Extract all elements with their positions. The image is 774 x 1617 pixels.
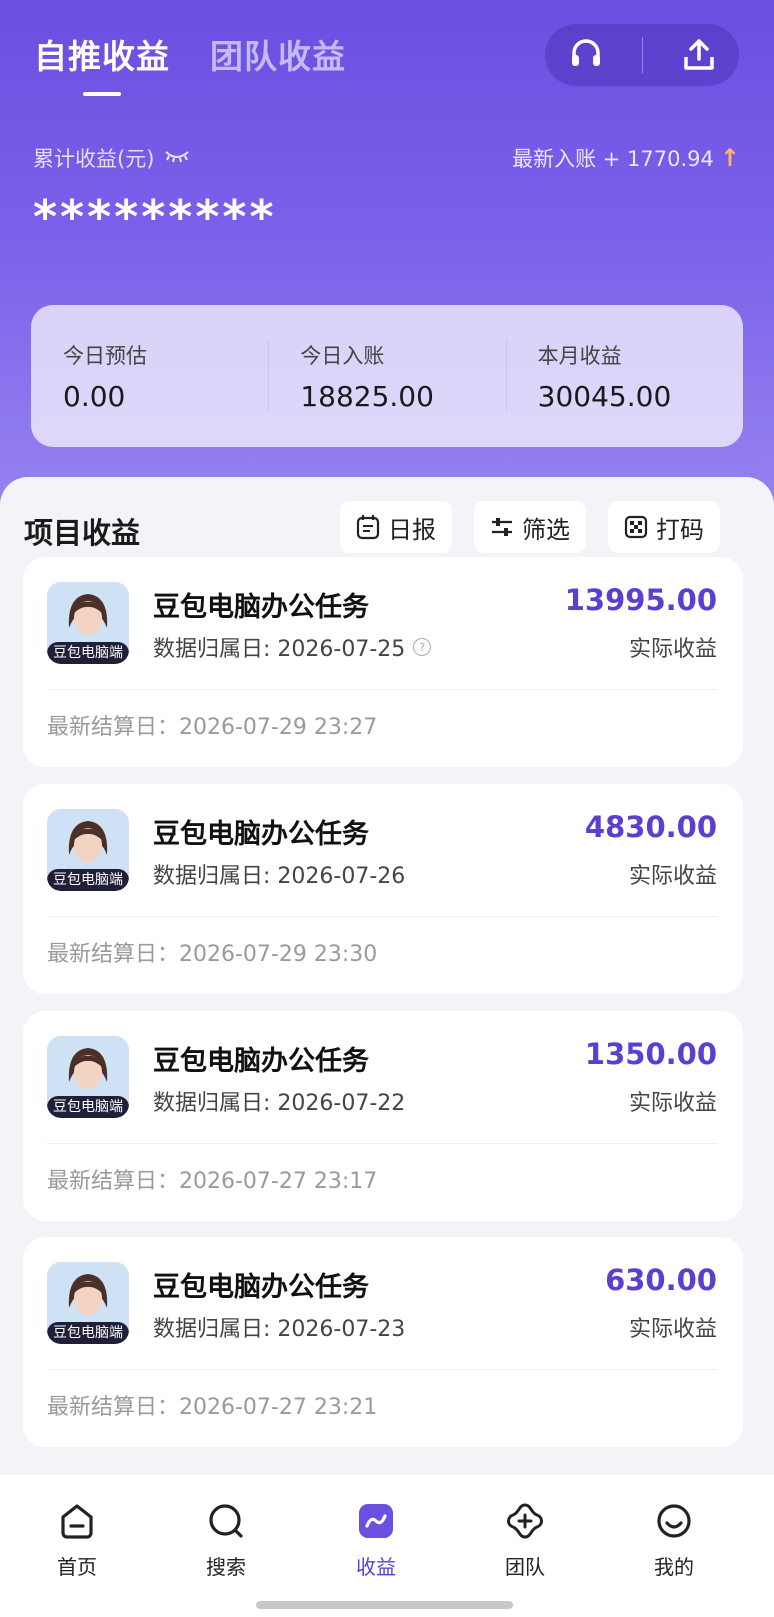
divider <box>47 1369 717 1370</box>
nav-label: 首页 <box>57 1555 97 1579</box>
home-icon <box>27 1499 127 1543</box>
settlement-date: 最新结算日：2026-07-27 23:21 <box>47 1395 378 1420</box>
nav-label: 我的 <box>654 1555 694 1579</box>
eye-closed-icon[interactable] <box>164 146 190 170</box>
settlement-date: 最新结算日：2026-07-29 23:30 <box>47 942 378 967</box>
earning-amount: 13995.00 <box>564 583 717 617</box>
settlement-date: 最新结算日：2026-07-27 23:17 <box>47 1169 378 1194</box>
team-icon <box>475 1499 575 1543</box>
avatar-tag: 豆包电脑端 <box>47 642 129 664</box>
project-card[interactable]: 豆包电脑端 豆包电脑办公任务 数据归属日: 2026-07-26 4830.00… <box>23 784 743 994</box>
avatar: 豆包电脑端 <box>47 582 129 664</box>
trend-up-icon: ↑ <box>719 144 740 172</box>
stat-label: 今日入账 <box>300 344 385 368</box>
stat-today-estimate: 今日预估 0.00 <box>31 305 268 447</box>
project-card[interactable]: 豆包电脑端 豆包电脑办公任务 数据归属日: 2026-07-22 1350.00… <box>23 1011 743 1221</box>
daily-report-button[interactable]: 日报 <box>340 501 452 553</box>
nav-team[interactable]: 团队 <box>475 1499 575 1580</box>
project-name: 豆包电脑办公任务 <box>153 592 369 623</box>
home-indicator[interactable] <box>256 1601 513 1609</box>
latest-income-text: 最新入账 + 1770.94 <box>512 147 714 171</box>
mask-code-button[interactable]: 打码 <box>608 501 720 553</box>
filter-icon <box>492 518 512 536</box>
nav-label: 收益 <box>356 1555 396 1579</box>
cumulative-earnings-label: 累计收益(元) <box>33 143 190 173</box>
project-card[interactable]: 豆包电脑端 豆包电脑办公任务 数据归属日: 2026-07-23 630.00 … <box>23 1237 743 1447</box>
bottom-navigation: 首页 搜索 收益 团队 我的 <box>0 1475 774 1617</box>
data-date: 数据归属日: 2026-07-23 <box>153 1317 406 1342</box>
avatar: 豆包电脑端 <box>47 809 129 891</box>
earning-amount-label: 实际收益 <box>628 1091 717 1116</box>
earning-amount: 4830.00 <box>584 810 717 844</box>
headset-icon[interactable] <box>561 30 611 80</box>
stat-today-income: 今日入账 18825.00 <box>268 305 505 447</box>
mosaic-icon <box>624 515 648 539</box>
nav-profile[interactable]: 我的 <box>624 1499 724 1580</box>
avatar-tag: 豆包电脑端 <box>47 869 129 891</box>
help-icon[interactable]: ? <box>413 638 432 656</box>
stats-card: 今日预估 0.00 今日入账 18825.00 本月收益 30045.00 <box>31 305 743 447</box>
divider <box>47 1143 717 1144</box>
divider <box>47 689 717 690</box>
nav-label: 搜索 <box>206 1555 246 1579</box>
stat-label: 本月收益 <box>537 344 622 368</box>
data-date: 数据归属日: 2026-07-26 <box>153 864 406 889</box>
nav-search[interactable]: 搜索 <box>176 1499 276 1580</box>
avatar: 豆包电脑端 <box>47 1262 129 1344</box>
header-actions <box>545 24 739 86</box>
project-name: 豆包电脑办公任务 <box>153 1046 369 1077</box>
share-icon[interactable] <box>674 30 724 80</box>
nav-home[interactable]: 首页 <box>27 1499 127 1580</box>
avatar-tag: 豆包电脑端 <box>47 1096 129 1118</box>
earning-amount-label: 实际收益 <box>628 637 717 662</box>
stat-value: 18825.00 <box>300 380 434 413</box>
earnings-tabs: 自推收益 团队收益 <box>34 30 346 96</box>
avatar-tag: 豆包电脑端 <box>47 1322 129 1344</box>
tab-team-earnings[interactable]: 团队收益 <box>210 30 346 78</box>
nav-earnings[interactable]: 收益 <box>326 1499 426 1580</box>
data-date: 数据归属日: 2026-07-25 ? <box>153 631 432 663</box>
daily-report-label: 日报 <box>388 515 436 544</box>
filter-label: 筛选 <box>522 515 570 544</box>
earning-amount-label: 实际收益 <box>628 864 717 889</box>
project-name: 豆包电脑办公任务 <box>153 1272 369 1303</box>
data-date-text: 数据归属日: 2026-07-25 <box>153 637 406 662</box>
cumulative-label-text: 累计收益(元) <box>33 147 155 171</box>
stat-value: 30045.00 <box>537 380 672 413</box>
profile-icon <box>624 1499 724 1543</box>
stat-value: 0.00 <box>63 380 126 413</box>
data-date: 数据归属日: 2026-07-22 <box>153 1091 406 1116</box>
settlement-date: 最新结算日：2026-07-29 23:27 <box>47 715 378 740</box>
project-name: 豆包电脑办公任务 <box>153 819 369 850</box>
filter-button[interactable]: 筛选 <box>474 501 586 553</box>
stat-label: 今日预估 <box>63 344 147 368</box>
section-title: 项目收益 <box>24 516 141 550</box>
tab-self-earnings[interactable]: 自推收益 <box>34 30 170 96</box>
earnings-header: 自推收益 团队收益 累计收益(元) 最新入账 + 1770.94 ↑ *****… <box>0 0 774 540</box>
nav-label: 团队 <box>505 1555 545 1579</box>
latest-income: 最新入账 + 1770.94 ↑ <box>512 143 740 173</box>
earning-amount-label: 实际收益 <box>628 1317 717 1342</box>
earning-amount: 630.00 <box>605 1263 717 1297</box>
earning-amount: 1350.00 <box>584 1037 717 1071</box>
search-icon <box>176 1499 276 1543</box>
divider <box>641 37 643 73</box>
cumulative-earnings-value: ********* <box>33 190 277 244</box>
divider <box>47 916 717 917</box>
project-card[interactable]: 豆包电脑端 豆包电脑办公任务 数据归属日: 2026-07-25 ? 13995… <box>23 557 743 767</box>
stat-month-earnings: 本月收益 30045.00 <box>505 305 743 447</box>
earnings-icon <box>326 1499 426 1543</box>
avatar: 豆包电脑端 <box>47 1036 129 1118</box>
calendar-icon <box>356 515 380 540</box>
mask-code-label: 打码 <box>656 515 704 544</box>
